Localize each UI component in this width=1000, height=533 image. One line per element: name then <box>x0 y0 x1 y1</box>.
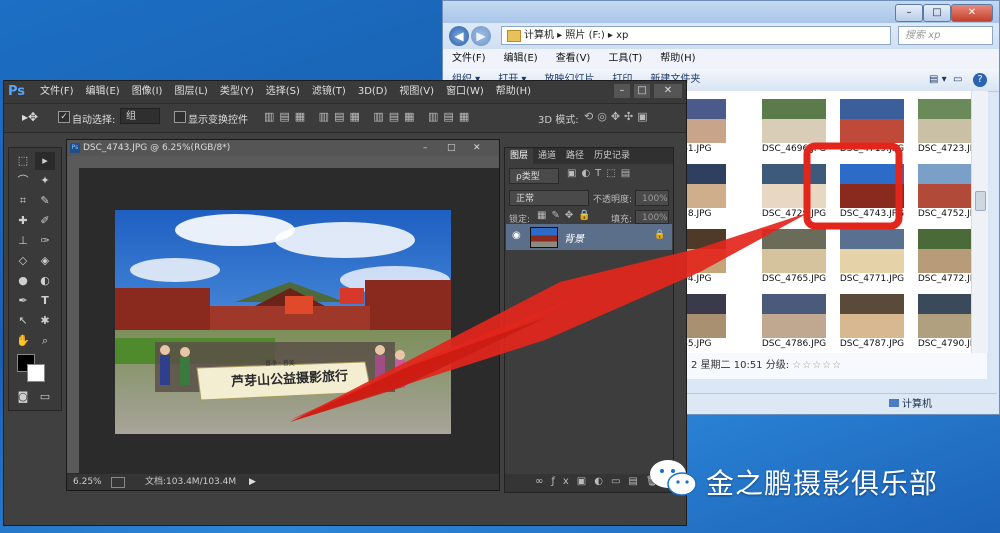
highlight-box <box>803 142 903 230</box>
club-watermark: 金之鹏摄影俱乐部 <box>706 467 939 500</box>
wechat-icon <box>650 460 697 496</box>
red-arrow-streak-3 <box>290 318 545 422</box>
annotation-overlay <box>290 142 903 422</box>
